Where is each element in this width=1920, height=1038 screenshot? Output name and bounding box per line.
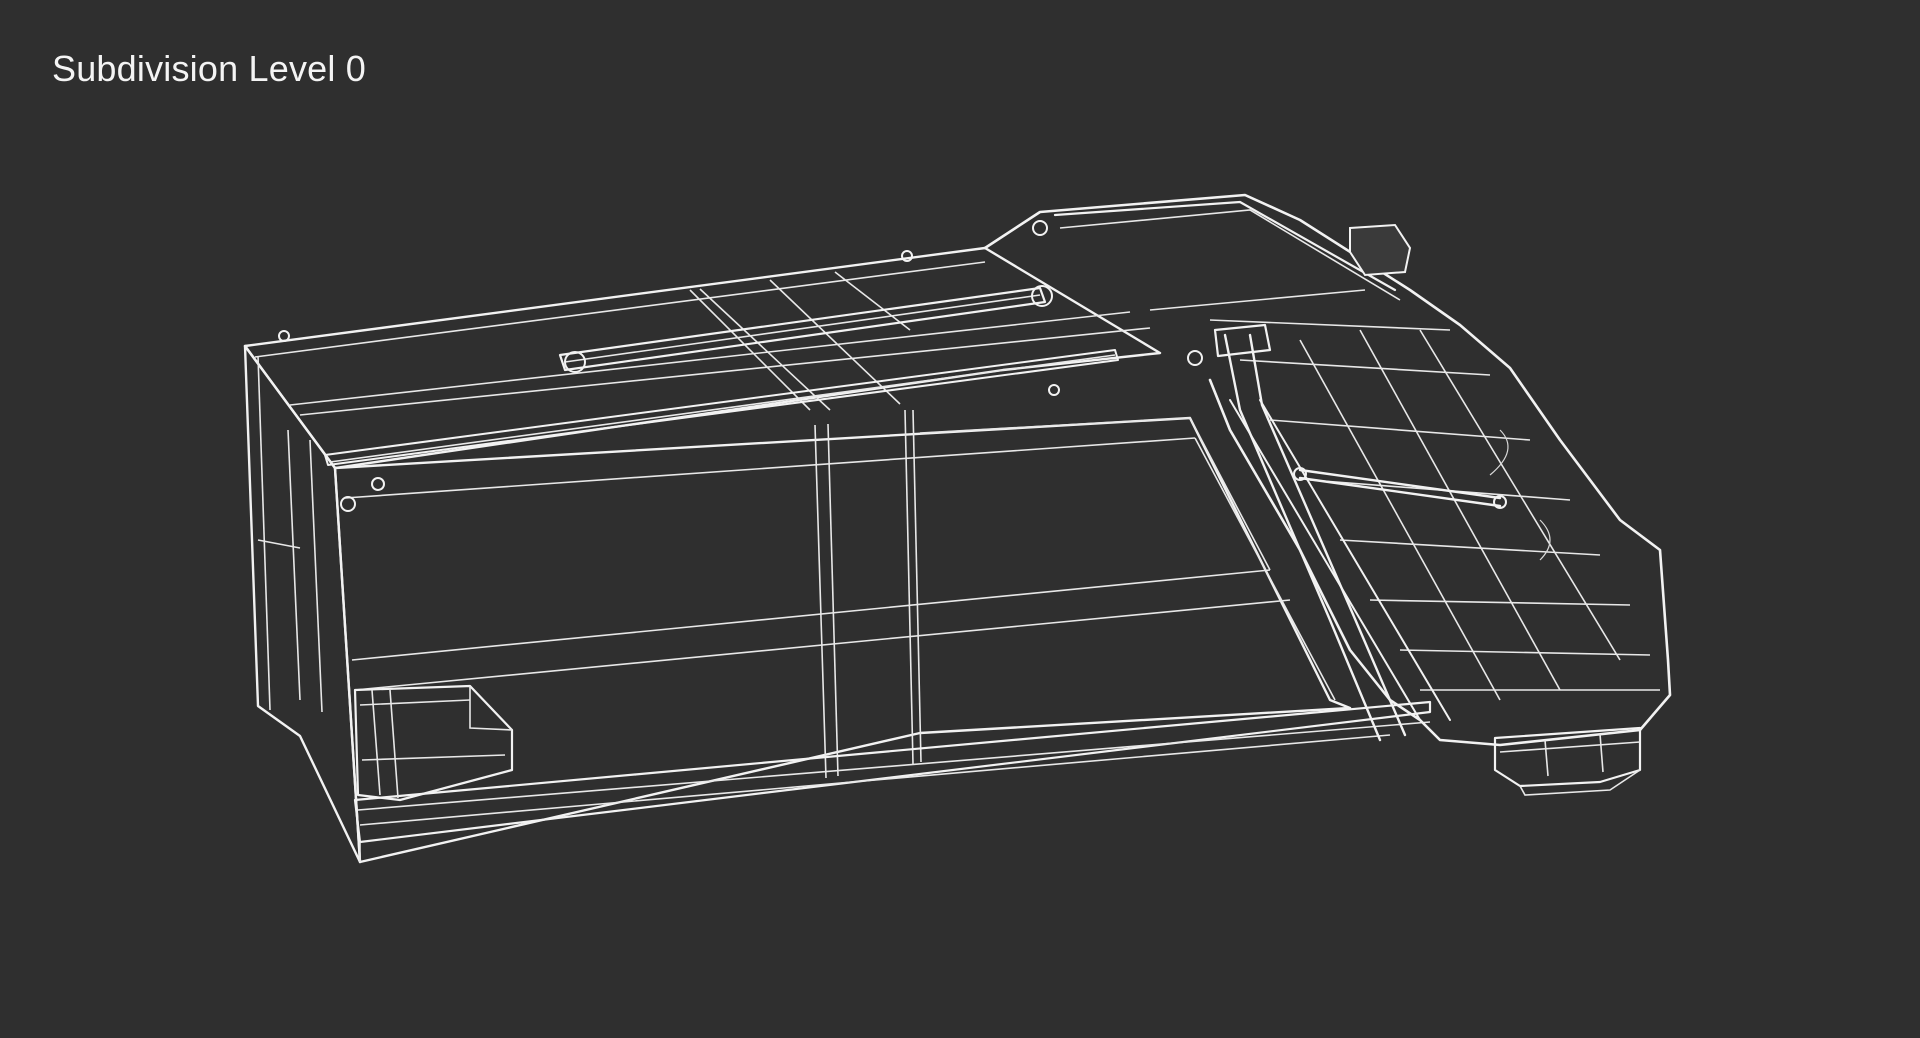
cab-stair-structure bbox=[983, 193, 1672, 796]
side-battery-box bbox=[353, 684, 514, 802]
wireframe-model bbox=[243, 193, 1672, 864]
main-box-body bbox=[243, 246, 1432, 864]
wireframe-render-viewport: Subdivision Level 0 bbox=[0, 0, 1920, 1038]
roof-rails bbox=[278, 220, 1119, 512]
